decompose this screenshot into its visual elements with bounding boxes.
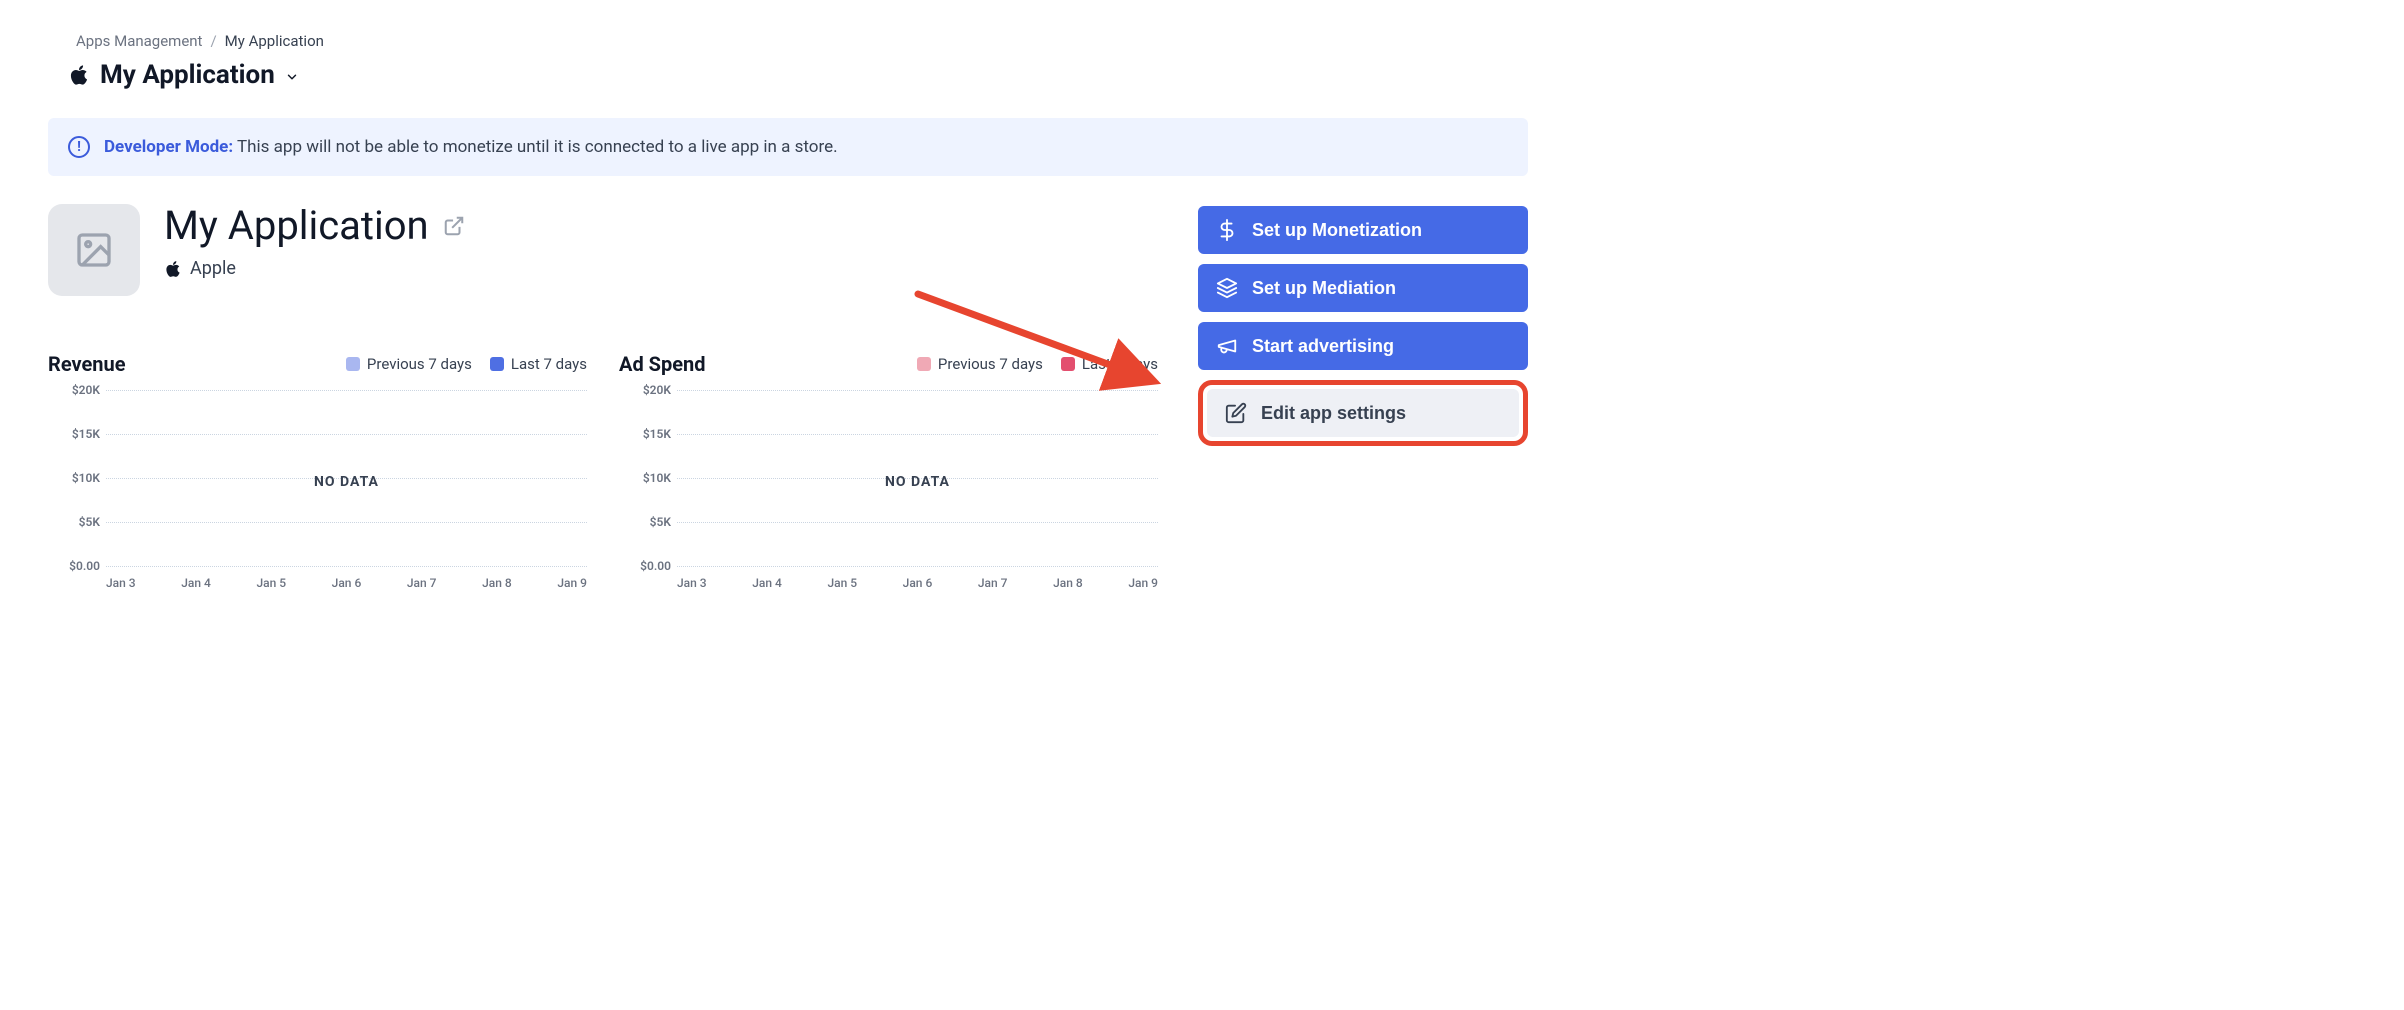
y-tick: $20K <box>48 383 100 397</box>
x-tick: Jan 3 <box>677 576 707 590</box>
highlight-annotation: Edit app settings <box>1198 380 1528 446</box>
app-selector-name: My Application <box>100 60 275 90</box>
button-label: Start advertising <box>1252 336 1394 357</box>
x-tick: Jan 4 <box>752 576 782 590</box>
x-tick: Jan 5 <box>256 576 286 590</box>
x-tick: Jan 9 <box>1128 576 1158 590</box>
x-tick: Jan 8 <box>482 576 512 590</box>
revenue-chart-title: Revenue <box>48 352 126 376</box>
megaphone-icon <box>1216 335 1238 357</box>
revenue-legend-last: Last 7 days <box>490 355 587 373</box>
x-tick: Jan 5 <box>827 576 857 590</box>
alert-icon: ! <box>68 136 90 158</box>
revenue-legend-prev: Previous 7 days <box>346 355 472 373</box>
x-tick: Jan 8 <box>1053 576 1083 590</box>
revenue-chart-area: $20K $15K $10K $5K $0.00 NO DATA <box>48 390 587 590</box>
adspend-chart-area: $20K $15K $10K $5K $0.00 NO DATA <box>619 390 1158 590</box>
revenue-no-data: NO DATA <box>106 474 587 490</box>
button-label: Set up Mediation <box>1252 278 1396 299</box>
breadcrumb-current: My Application <box>225 32 324 50</box>
y-tick: $20K <box>619 383 671 397</box>
x-tick: Jan 6 <box>332 576 362 590</box>
adspend-no-data: NO DATA <box>677 474 1158 490</box>
x-tick: Jan 3 <box>106 576 136 590</box>
button-label: Edit app settings <box>1261 403 1406 424</box>
button-label: Set up Monetization <box>1252 220 1422 241</box>
y-tick: $15K <box>48 427 100 441</box>
page-title: My Application <box>164 204 465 248</box>
platform-row: Apple <box>164 258 465 279</box>
layers-icon <box>1216 277 1238 299</box>
platform-label: Apple <box>190 258 236 279</box>
x-tick: Jan 9 <box>557 576 587 590</box>
notice-body: This app will not be able to monetize un… <box>237 137 838 157</box>
breadcrumb-parent[interactable]: Apps Management <box>76 32 202 50</box>
y-tick: $0.00 <box>48 559 100 573</box>
edit-icon <box>1225 402 1247 424</box>
developer-mode-notice: ! Developer Mode: This app will not be a… <box>48 118 1528 176</box>
adspend-legend-prev: Previous 7 days <box>917 355 1043 373</box>
app-selector-dropdown[interactable]: My Application <box>48 60 1528 90</box>
start-advertising-button[interactable]: Start advertising <box>1198 322 1528 370</box>
adspend-chart: Ad Spend Previous 7 days Last 7 days <box>619 352 1158 590</box>
revenue-chart: Revenue Previous 7 days Last 7 days <box>48 352 587 590</box>
notice-label: Developer Mode: <box>104 137 233 157</box>
y-tick: $10K <box>48 471 100 485</box>
adspend-legend-last: Last 7 days <box>1061 355 1158 373</box>
x-tick: Jan 6 <box>903 576 933 590</box>
adspend-chart-title: Ad Spend <box>619 352 706 376</box>
y-tick: $15K <box>619 427 671 441</box>
external-link-icon[interactable] <box>443 215 465 237</box>
y-tick: $5K <box>48 515 100 529</box>
y-tick: $10K <box>619 471 671 485</box>
legend-swatch <box>346 357 360 371</box>
apple-icon <box>68 64 90 86</box>
setup-monetization-button[interactable]: Set up Monetization <box>1198 206 1528 254</box>
app-icon-placeholder <box>48 204 140 296</box>
x-tick: Jan 4 <box>181 576 211 590</box>
legend-swatch <box>917 357 931 371</box>
y-tick: $5K <box>619 515 671 529</box>
app-name: My Application <box>164 204 429 248</box>
notice-text: Developer Mode: This app will not be abl… <box>104 137 838 157</box>
dollar-icon <box>1216 219 1238 241</box>
image-placeholder-icon <box>74 230 114 270</box>
x-tick: Jan 7 <box>407 576 437 590</box>
setup-mediation-button[interactable]: Set up Mediation <box>1198 264 1528 312</box>
chevron-down-icon <box>285 70 299 84</box>
breadcrumb-separator: / <box>210 32 216 50</box>
breadcrumb: Apps Management / My Application <box>48 32 1528 50</box>
edit-app-settings-button[interactable]: Edit app settings <box>1207 389 1519 437</box>
x-tick: Jan 7 <box>978 576 1008 590</box>
legend-swatch <box>1061 357 1075 371</box>
y-tick: $0.00 <box>619 559 671 573</box>
legend-swatch <box>490 357 504 371</box>
apple-icon <box>164 260 182 278</box>
